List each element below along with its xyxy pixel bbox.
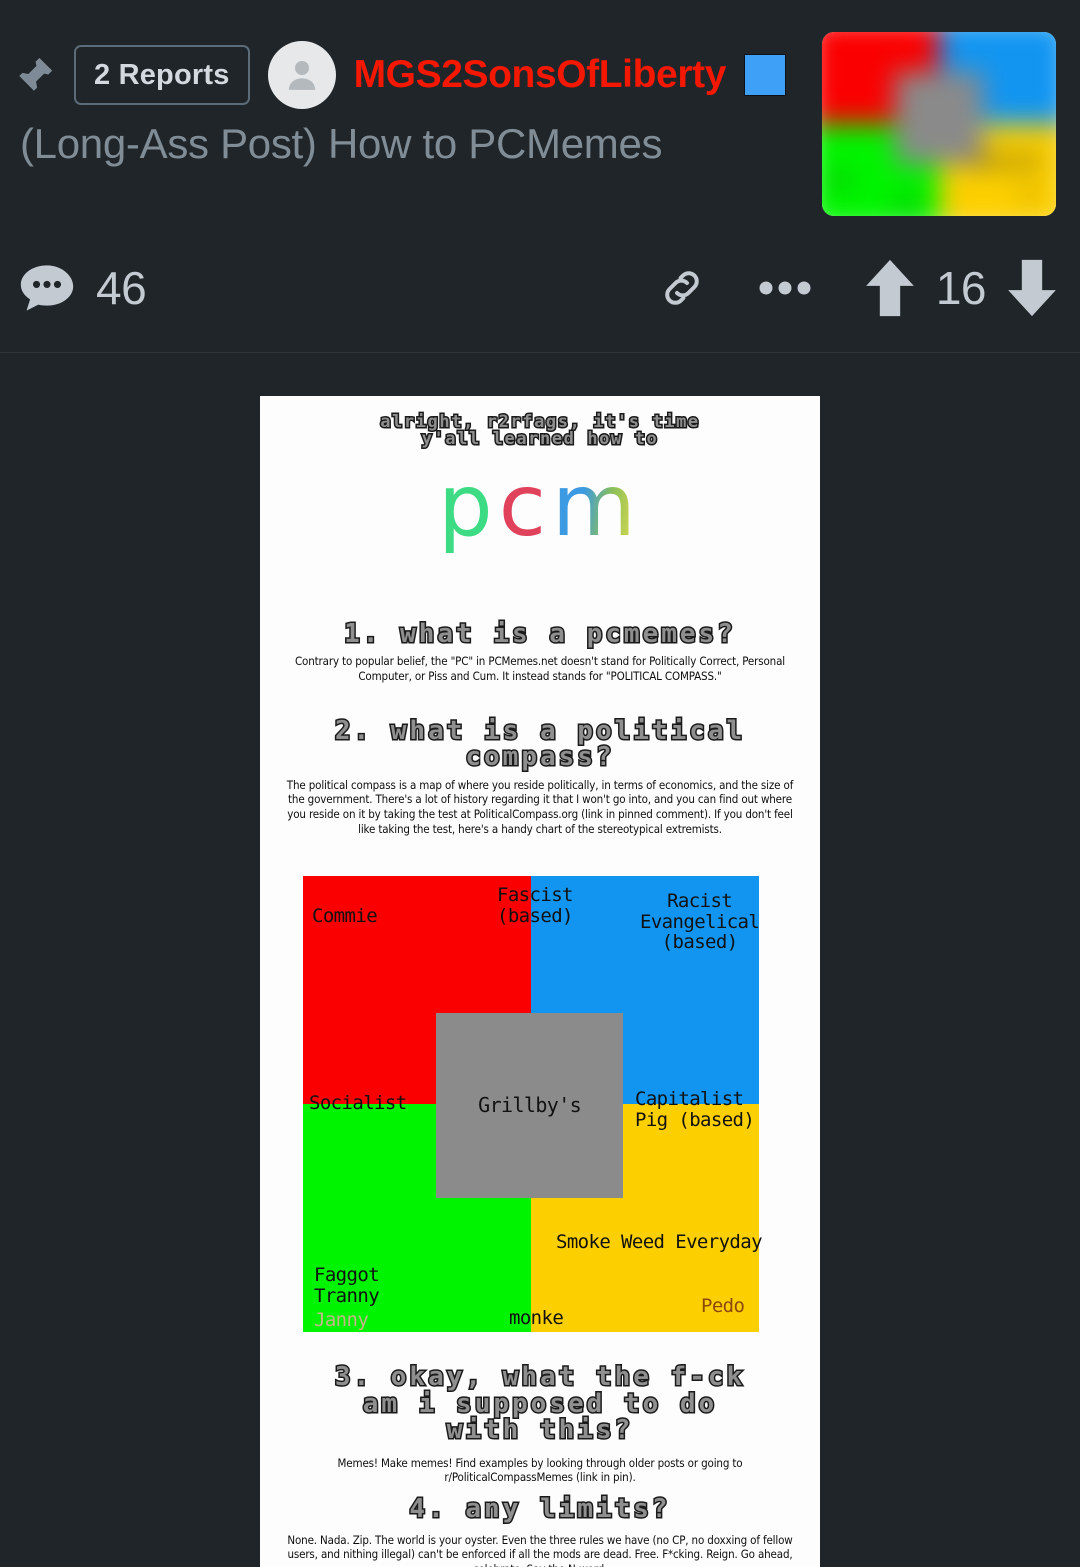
compass-label-fascist: Fascist (based) xyxy=(497,884,573,927)
post-image[interactable]: Alright, r2rFags, it's time y'all Learne… xyxy=(260,396,820,1567)
section-4: 4. Any Limits? None. Nada. Zip. The worl… xyxy=(260,1494,820,1567)
section-1-body: Contrary to popular belief, the "PC" in … xyxy=(294,654,785,683)
compass-label-commie: Commie xyxy=(312,905,378,927)
section-2-heading-line-2: Compass? xyxy=(464,742,615,773)
compass-label-janny: Janny xyxy=(314,1309,369,1331)
banner-line-2: y'all Learned how to xyxy=(420,429,659,450)
link-icon[interactable] xyxy=(658,264,706,312)
pcm-logo-m: m xyxy=(552,455,642,556)
compass-label-monke: monke xyxy=(509,1307,564,1329)
pcm-logo-p: p xyxy=(438,455,499,556)
vote-group: 16 xyxy=(864,257,1058,319)
section-3-heading-line-1: 3. Okay, what the F-ck xyxy=(333,1362,746,1392)
comment-count: 46 xyxy=(96,262,147,314)
post-thumbnail[interactable] xyxy=(822,32,1056,216)
post-header: 2 Reports MGS2SonsOfLiberty (Long-Ass Po… xyxy=(0,0,1080,353)
compass-label-racist-evangelical: Racist Evangelical (based) xyxy=(640,890,760,954)
avatar[interactable] xyxy=(267,41,336,109)
section-2-heading-line-1: 2. What is a Political xyxy=(333,715,746,746)
page-title[interactable]: (Long-Ass Post) How to PCMemes xyxy=(20,120,663,168)
compass-center-box: Grillby's xyxy=(436,1012,624,1198)
thumbnail-image xyxy=(822,32,1056,216)
section-4-heading: 4. Any Limits? xyxy=(408,1494,671,1524)
compass-label-faggot-tranny: Faggot Tranny xyxy=(314,1264,380,1307)
political-compass-chart: Commie Fascist (based) Racist Evangelica… xyxy=(303,876,763,1332)
post-action-bar: 46 16 xyxy=(0,238,1080,338)
vote-score: 16 xyxy=(935,262,987,314)
more-options-icon[interactable] xyxy=(758,276,812,300)
section-4-body: None. Nada. Zip. The world is your oyste… xyxy=(287,1532,793,1567)
upvote-arrow-icon[interactable] xyxy=(864,257,916,319)
compass-label-socialist: Socialist xyxy=(309,1092,407,1114)
user-flair-swatch xyxy=(743,54,786,96)
compass-label-smoke-weed: Smoke Weed Everyday xyxy=(556,1231,763,1253)
section-3: 3. Okay, what the F-ck am I supposed to … xyxy=(260,1362,820,1485)
compass-label-pedo: Pedo xyxy=(701,1295,745,1317)
section-2-body: The political compass is a map of where … xyxy=(286,777,794,836)
post-meta-row: 2 Reports MGS2SonsOfLiberty xyxy=(14,40,786,110)
section-2-heading: 2. What is a Political Compass? xyxy=(260,715,820,773)
pcm-logo-c: c xyxy=(498,455,553,556)
section-3-heading: 3. Okay, what the F-ck am I supposed to … xyxy=(260,1362,820,1446)
section-3-heading-line-2: am I supposed to do xyxy=(361,1388,718,1419)
reports-badge-label: 2 Reports xyxy=(94,58,230,91)
comment-bubble-icon[interactable] xyxy=(18,263,76,313)
compass-label-capitalist-pig: Capitalist Pig (based) xyxy=(635,1088,755,1131)
section-3-body: Memes! Make memes! Find examples by look… xyxy=(337,1455,743,1485)
section-1-heading: 1. What is a PCMemes? xyxy=(343,618,736,649)
compass-label-grillbys: Grillby's xyxy=(478,1092,582,1117)
reports-badge[interactable]: 2 Reports xyxy=(74,45,250,105)
pin-icon xyxy=(14,52,56,98)
user-avatar-icon xyxy=(281,54,323,96)
username[interactable]: MGS2SonsOfLiberty xyxy=(354,53,727,97)
section-3-heading-line-3: with this? xyxy=(445,1415,634,1446)
pcm-logo: pcm xyxy=(260,463,820,549)
downvote-arrow-icon[interactable] xyxy=(1006,257,1058,319)
image-top-banner: Alright, r2rFags, it's time y'all Learne… xyxy=(260,412,820,450)
